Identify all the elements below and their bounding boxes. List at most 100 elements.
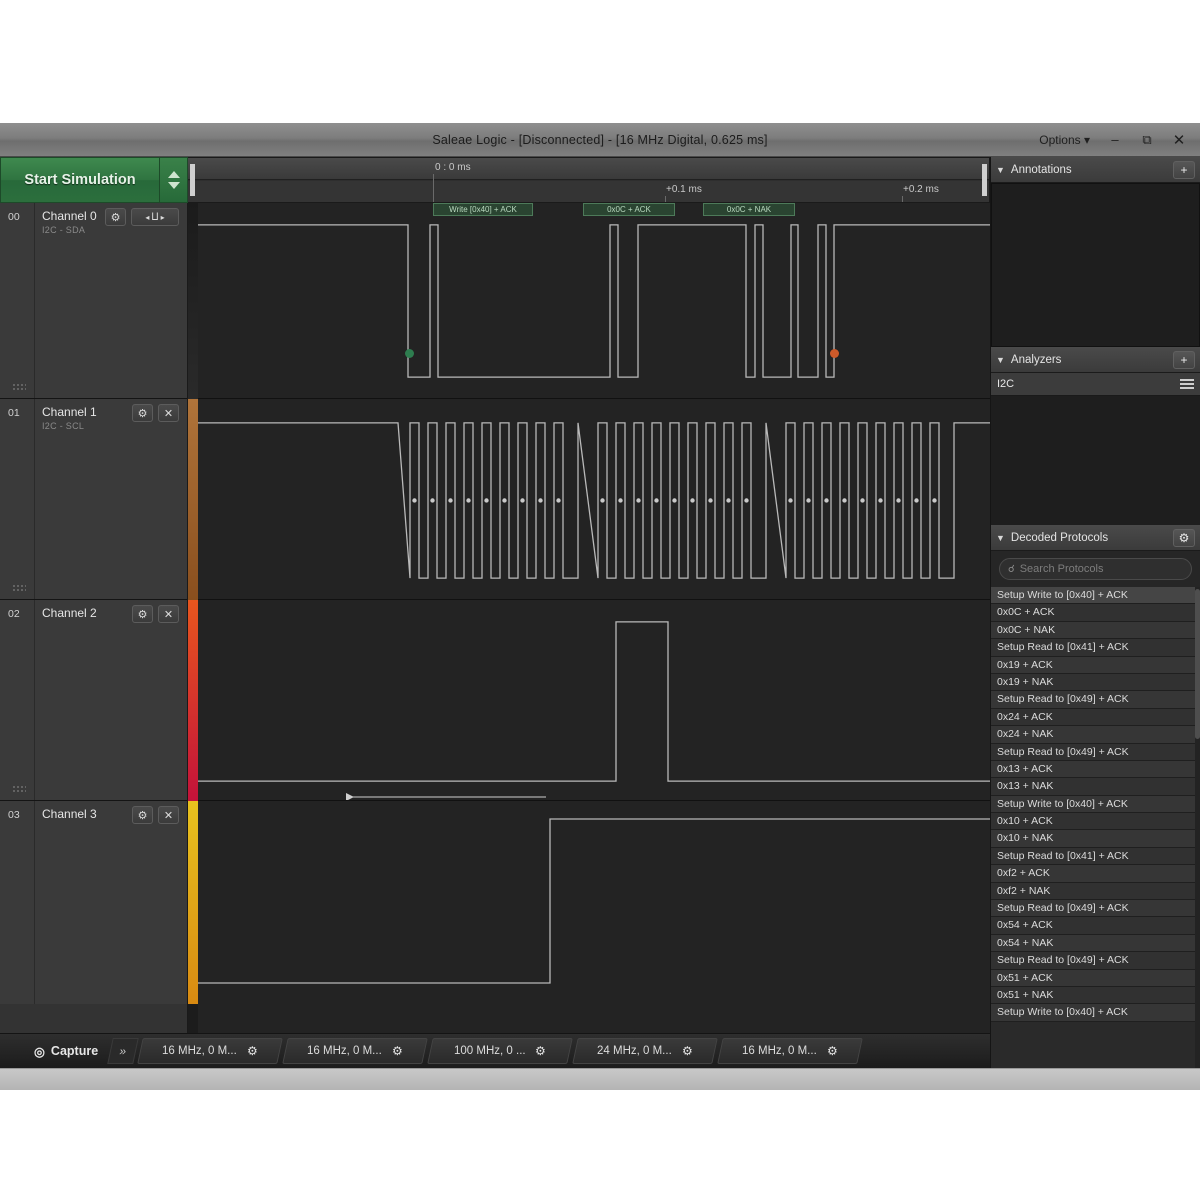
close-button[interactable]: ✕: [1164, 128, 1194, 152]
waveform-channel-3[interactable]: [198, 801, 990, 1004]
prev-icon[interactable]: ◂: [145, 213, 149, 222]
stop-marker[interactable]: [830, 349, 839, 358]
chevron-down-icon[interactable]: ▼: [996, 165, 1005, 175]
resize-grip[interactable]: [12, 584, 26, 593]
close-icon[interactable]: ✕: [158, 806, 179, 824]
protocol-list-item[interactable]: Setup Write to [0x40] + ACK: [991, 587, 1200, 604]
resize-grip[interactable]: [12, 785, 26, 794]
decoded-protocols-list[interactable]: Setup Write to [0x40] + ACK0x0C + ACK0x0…: [991, 587, 1200, 1068]
protocol-list-item[interactable]: 0x0C + NAK: [991, 622, 1200, 639]
protocol-list-item[interactable]: Setup Read to [0x41] + ACK: [991, 639, 1200, 656]
gear-icon[interactable]: ⚙: [1173, 529, 1195, 547]
minimize-button[interactable]: –: [1100, 128, 1130, 152]
protocol-list-item[interactable]: 0x10 + ACK: [991, 813, 1200, 830]
protocol-list-item[interactable]: Setup Read to [0x49] + ACK: [991, 900, 1200, 917]
protocol-list-scrollbar[interactable]: [1195, 587, 1200, 1068]
channel-row-3[interactable]: 03 Channel 3 ⚙ ✕: [0, 801, 187, 1004]
gear-icon[interactable]: ⚙: [682, 1044, 693, 1058]
protocol-bubble-1[interactable]: 0x0C + ACK: [583, 203, 675, 216]
start-marker[interactable]: [405, 349, 414, 358]
gear-icon[interactable]: ⚙: [827, 1044, 838, 1058]
simulation-spinner[interactable]: [160, 157, 188, 203]
channel-row-0[interactable]: 00 Channel 0 I2C - SDA ⚙ ◂ ⨿ ▸: [0, 203, 187, 399]
decoded-protocols-panel-header[interactable]: ▼ Decoded Protocols ⚙: [991, 525, 1200, 551]
title-bar-controls: Options ▾ – ⧉ ✕: [1031, 128, 1194, 152]
protocol-list-item[interactable]: 0x13 + NAK: [991, 778, 1200, 795]
protocol-list-item[interactable]: 0x54 + ACK: [991, 917, 1200, 934]
channel2-waveform: [198, 600, 990, 800]
channel-row-2[interactable]: 02 Channel 2 ⚙ ✕: [0, 600, 187, 801]
protocol-list-item[interactable]: 0x10 + NAK: [991, 830, 1200, 847]
search-input[interactable]: [1020, 563, 1183, 575]
maximize-button[interactable]: ⧉: [1132, 128, 1162, 152]
protocol-list-item[interactable]: Setup Read to [0x49] + ACK: [991, 952, 1200, 969]
channel-row-1[interactable]: 01 Channel 1 I2C - SCL ⚙ ✕: [0, 399, 187, 600]
waveform-channel-1[interactable]: [198, 399, 990, 600]
waveform-channel-0[interactable]: Write [0x40] + ACK 0x0C + ACK 0x0C + NAK: [198, 203, 990, 399]
protocol-list-item[interactable]: 0x19 + ACK: [991, 657, 1200, 674]
protocol-list-item[interactable]: 0x24 + ACK: [991, 709, 1200, 726]
chevron-down-icon[interactable]: ▼: [996, 533, 1005, 543]
close-icon[interactable]: ✕: [158, 404, 179, 422]
protocol-list-item[interactable]: Setup Read to [0x49] + ACK: [991, 744, 1200, 761]
channel-analyzer-1: I2C - SCL: [42, 421, 84, 431]
start-simulation-button[interactable]: Start Simulation: [0, 157, 160, 203]
spinner-up-icon[interactable]: [168, 171, 180, 178]
hamburger-icon[interactable]: [1180, 377, 1194, 391]
close-icon[interactable]: ✕: [158, 605, 179, 623]
protocol-list-item[interactable]: Setup Write to [0x40] + ACK: [991, 1004, 1200, 1021]
protocol-list-item[interactable]: 0x13 + ACK: [991, 761, 1200, 778]
ruler-band-upper: [188, 158, 989, 180]
protocol-list-item[interactable]: Setup Write to [0x40] + ACK: [991, 796, 1200, 813]
analyzers-list[interactable]: I2C: [991, 373, 1200, 525]
analyzers-panel-header[interactable]: ▼ Analyzers +: [991, 347, 1200, 373]
next-icon[interactable]: ▸: [161, 213, 165, 222]
device-chip-4[interactable]: 16 MHz, 0 M... ⚙: [717, 1038, 863, 1064]
options-menu-button[interactable]: Options ▾: [1031, 130, 1098, 150]
annotations-list[interactable]: [991, 183, 1200, 347]
expand-devices-button[interactable]: »: [107, 1038, 139, 1064]
device-chip-1[interactable]: 16 MHz, 0 M... ⚙: [282, 1038, 428, 1064]
edge-icon[interactable]: ⨿: [151, 212, 158, 223]
protocol-list-item[interactable]: 0x19 + NAK: [991, 674, 1200, 691]
chevron-down-icon[interactable]: ▼: [996, 355, 1005, 365]
gear-icon[interactable]: ⚙: [132, 605, 153, 623]
protocol-list-item[interactable]: Setup Read to [0x49] + ACK: [991, 691, 1200, 708]
annotations-panel-header[interactable]: ▼ Annotations +: [991, 157, 1200, 183]
protocol-list-item[interactable]: 0x0C + ACK: [991, 604, 1200, 621]
gear-icon[interactable]: ⚙: [132, 404, 153, 422]
capture-button[interactable]: ◎ Capture: [0, 1036, 110, 1066]
analyzer-item-i2c[interactable]: I2C: [991, 373, 1200, 396]
protocol-list-item[interactable]: 0x51 + NAK: [991, 987, 1200, 1004]
gear-icon[interactable]: ⚙: [247, 1044, 258, 1058]
protocol-list-item[interactable]: 0xf2 + NAK: [991, 883, 1200, 900]
protocol-bubble-2[interactable]: 0x0C + NAK: [703, 203, 795, 216]
gear-icon[interactable]: ⚙: [392, 1044, 403, 1058]
device-chip-2[interactable]: 100 MHz, 0 ... ⚙: [427, 1038, 573, 1064]
resize-grip[interactable]: [12, 383, 26, 392]
ruler-right-handle[interactable]: [982, 164, 987, 196]
gear-icon[interactable]: ⚙: [132, 806, 153, 824]
protocol-list-item[interactable]: 0x51 + ACK: [991, 970, 1200, 987]
gear-icon[interactable]: ⚙: [536, 1044, 547, 1058]
search-protocols-box[interactable]: ☌: [999, 558, 1192, 580]
device-chip-0[interactable]: 16 MHz, 0 M... ⚙: [137, 1038, 283, 1064]
channel-index-2: 02: [8, 608, 32, 620]
scl-waveform: [198, 399, 990, 599]
ruler-left-handle[interactable]: [190, 164, 195, 196]
waveform-graph-area[interactable]: Write [0x40] + ACK 0x0C + ACK 0x0C + NAK: [198, 203, 990, 1050]
spinner-down-icon[interactable]: [168, 182, 180, 189]
window-title: Saleae Logic - [Disconnected] - [16 MHz …: [0, 133, 1200, 147]
timeline-ruler[interactable]: 0 : 0 ms +0.1 ms +0.2 ms: [188, 157, 990, 203]
protocol-list-item[interactable]: 0x54 + NAK: [991, 935, 1200, 952]
protocol-bubble-0[interactable]: Write [0x40] + ACK: [433, 203, 533, 216]
protocol-list-item[interactable]: Setup Read to [0x41] + ACK: [991, 848, 1200, 865]
protocol-list-item[interactable]: 0xf2 + ACK: [991, 865, 1200, 882]
trigger-edge-selector-0[interactable]: ◂ ⨿ ▸: [131, 208, 179, 226]
waveform-channel-2[interactable]: ◻ 1.657 ms ▌▌ 393.3 Hz ◇ 65.16 %: [198, 600, 990, 801]
protocol-list-item[interactable]: 0x24 + NAK: [991, 726, 1200, 743]
gear-icon[interactable]: ⚙: [105, 208, 126, 226]
add-analyzer-button[interactable]: +: [1173, 351, 1195, 369]
device-chip-3[interactable]: 24 MHz, 0 M... ⚙: [572, 1038, 718, 1064]
add-annotation-button[interactable]: +: [1173, 161, 1195, 179]
